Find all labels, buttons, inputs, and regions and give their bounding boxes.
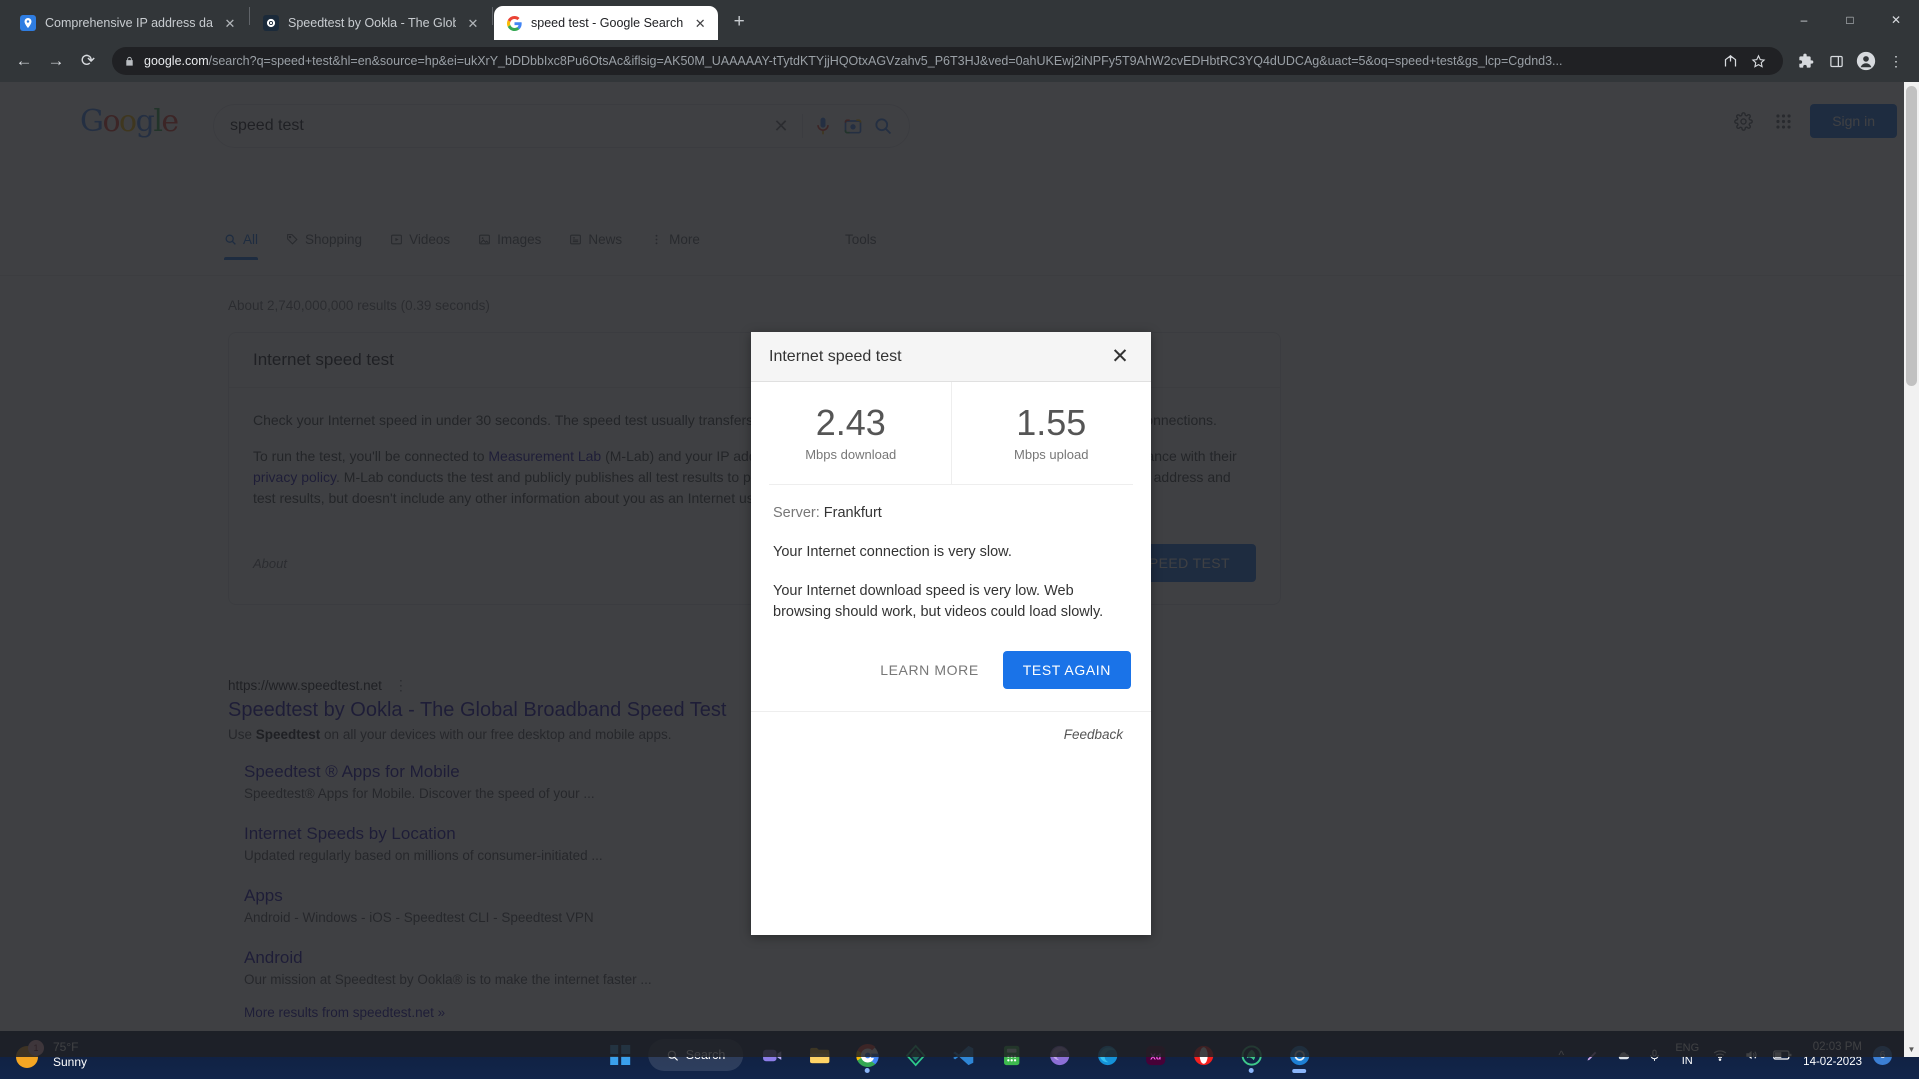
reload-button[interactable]: ⟳ [74, 47, 102, 75]
modal-body: Server: Frankfurt Your Internet connecti… [751, 485, 1151, 623]
download-speed: 2.43 Mbps download [751, 382, 952, 484]
tab-title: Comprehensive IP address data, [45, 16, 213, 30]
new-tab-button[interactable]: + [724, 7, 754, 37]
tab-close-icon[interactable]: ✕ [692, 15, 708, 31]
tab-separator [492, 7, 493, 25]
tab-0[interactable]: Comprehensive IP address data, ✕ [8, 6, 248, 40]
tab-title: Speedtest by Ookla - The Global [288, 16, 456, 30]
page-scrollbar[interactable]: ▲ ▼ [1904, 82, 1919, 1057]
bookmark-star-icon[interactable] [1745, 48, 1771, 74]
address-bar[interactable]: google.com/search?q=speed+test&hl=en&sou… [112, 47, 1783, 75]
address-path: /search?q=speed+test&hl=en&source=hp&ei=… [209, 54, 1563, 68]
tab-title: speed test - Google Search [531, 16, 683, 30]
speed-results: 2.43 Mbps download 1.55 Mbps upload [751, 382, 1151, 484]
share-icon[interactable] [1717, 48, 1743, 74]
maximize-button[interactable]: □ [1827, 0, 1873, 40]
server-label: Server: [773, 505, 820, 521]
ookla-icon [263, 15, 279, 31]
clock-date: 14-02-2023 [1803, 1055, 1862, 1070]
tab-close-icon[interactable]: ✕ [222, 15, 238, 31]
upload-value: 1.55 [952, 402, 1152, 444]
google-icon [506, 15, 522, 31]
close-icon[interactable]: ✕ [1107, 344, 1133, 370]
detail-line: Your Internet download speed is very low… [773, 581, 1129, 623]
omnibox-actions [1717, 48, 1771, 74]
tab-2[interactable]: speed test - Google Search ✕ [494, 6, 718, 40]
browser-window: Comprehensive IP address data, ✕ Speedte… [0, 0, 1919, 1079]
extensions-puzzle-icon[interactable] [1793, 48, 1819, 74]
lock-icon [124, 55, 135, 68]
upload-unit: Mbps upload [952, 447, 1152, 462]
page-content: Google speed test ✕ [0, 82, 1919, 1057]
feedback-link[interactable]: Feedback [1064, 727, 1123, 742]
server-row: Server: Frankfurt [773, 503, 1129, 524]
modal-header: Internet speed test ✕ [751, 332, 1151, 382]
modal-footer: Feedback [751, 711, 1151, 758]
close-window-button[interactable]: ✕ [1873, 0, 1919, 40]
test-again-button[interactable]: TEST AGAIN [1003, 651, 1131, 689]
window-controls: – □ ✕ [1781, 0, 1919, 40]
download-unit: Mbps download [751, 447, 951, 462]
chrome-menu-icon[interactable]: ⋮ [1883, 48, 1909, 74]
tab-strip: Comprehensive IP address data, ✕ Speedte… [0, 0, 1919, 40]
server-value: Frankfurt [824, 505, 882, 521]
modal-actions: LEARN MORE TEST AGAIN [751, 641, 1151, 711]
scroll-down-arrow[interactable]: ▼ [1904, 1042, 1919, 1057]
speed-test-modal: Internet speed test ✕ 2.43 Mbps download… [751, 332, 1151, 935]
modal-title: Internet speed test [769, 348, 902, 366]
tab-separator [249, 7, 250, 25]
learn-more-button[interactable]: LEARN MORE [866, 652, 993, 688]
address-text: google.com/search?q=speed+test&hl=en&sou… [144, 54, 1562, 68]
weather-condition: Sunny [53, 1055, 87, 1070]
upload-speed: 1.55 Mbps upload [952, 382, 1152, 484]
tab-close-icon[interactable]: ✕ [465, 15, 481, 31]
minimize-button[interactable]: – [1781, 0, 1827, 40]
address-domain: google.com [144, 54, 209, 68]
side-panel-icon[interactable] [1823, 48, 1849, 74]
ip-location-icon [20, 15, 36, 31]
forward-button[interactable]: → [42, 47, 70, 75]
download-value: 2.43 [751, 402, 951, 444]
scrollbar-thumb[interactable] [1906, 86, 1917, 386]
status-line: Your Internet connection is very slow. [773, 542, 1129, 563]
tab-1[interactable]: Speedtest by Ookla - The Global ✕ [251, 6, 491, 40]
back-button[interactable]: ← [10, 47, 38, 75]
navigation-bar: ← → ⟳ google.com/search?q=speed+test&hl=… [0, 40, 1919, 82]
profile-avatar-icon[interactable] [1853, 48, 1879, 74]
